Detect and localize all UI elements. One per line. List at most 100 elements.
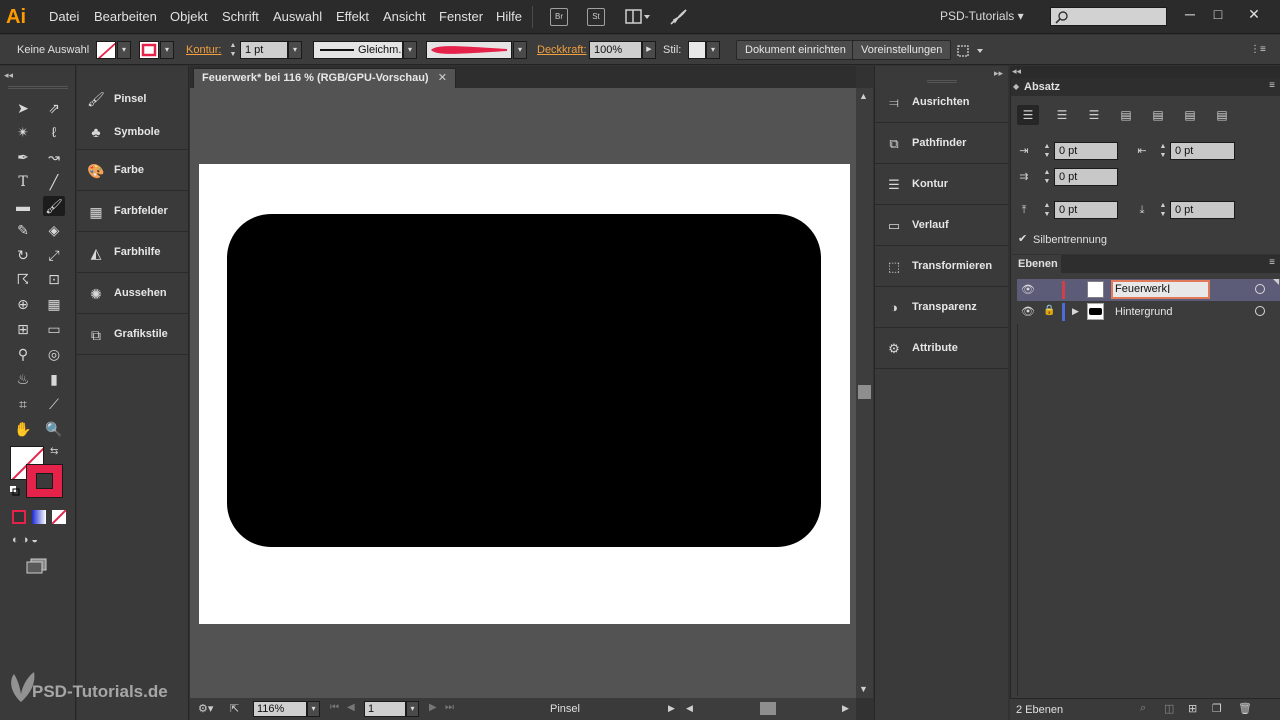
maximize-button[interactable]: □ (1208, 4, 1228, 24)
stroke-color-box[interactable] (26, 464, 63, 498)
panel-ausrichten[interactable]: ⫤ Ausrichten (875, 82, 1009, 123)
lock-icon[interactable]: 🔒 (1043, 305, 1055, 316)
panel-pathfinder[interactable]: ⧉ Pathfinder (875, 123, 1009, 164)
stock-button[interactable]: St (587, 8, 605, 26)
paragraph-panel-header[interactable]: ◆ Absatz ≡ (1011, 78, 1280, 96)
default-fill-stroke-icon[interactable] (10, 486, 20, 496)
swap-fill-stroke-icon[interactable]: ⇆ (50, 446, 58, 457)
visibility-eye-icon[interactable]: 👁 (1021, 283, 1035, 296)
panel-menu-icon[interactable]: ≡ (1269, 80, 1275, 91)
scroll-right-icon[interactable]: ▶ (842, 703, 849, 714)
menu-objekt[interactable]: Objekt (170, 9, 208, 24)
justify-all-button[interactable]: ▤ (1211, 105, 1233, 125)
layer-row-hintergrund[interactable]: 👁 🔒 ▶ Hintergrund (1017, 301, 1280, 323)
slice-tool-icon[interactable]: ⟋ (43, 394, 65, 414)
fill-dropdown[interactable]: ▾ (117, 41, 131, 59)
space-before-stepper[interactable]: ▲ ▼ (1041, 201, 1053, 219)
close-icon[interactable]: ✕ (438, 71, 447, 84)
direct-selection-tool-icon[interactable]: ⇗ (43, 98, 65, 118)
perspective-grid-tool-icon[interactable]: ▦ (43, 294, 65, 314)
opacity-field[interactable]: 100% (589, 41, 642, 59)
space-before-field[interactable]: 0 pt (1054, 201, 1118, 219)
artboard-dropdown[interactable]: ▾ (406, 701, 419, 717)
document-tab[interactable]: Feuerwerk* bei 116 % (RGB/GPU-Vorschau) … (193, 68, 456, 88)
left-indent-stepper[interactable]: ▲ ▼ (1041, 142, 1053, 160)
line-tool-icon[interactable]: ╱ (43, 172, 65, 192)
next-artboard-icon[interactable]: ▶ (429, 702, 437, 713)
panel-transparenz[interactable]: ◑ Transparenz (875, 287, 1009, 328)
hyphenation-checkbox[interactable]: ✔ (1018, 233, 1030, 245)
shape-builder-tool-icon[interactable]: ⊕ (12, 294, 34, 314)
menu-auswahl[interactable]: Auswahl (273, 9, 322, 24)
stroke-label[interactable]: Kontur: (186, 44, 221, 56)
fill-swatch[interactable] (96, 41, 116, 59)
menu-bearbeiten[interactable]: Bearbeiten (94, 9, 157, 24)
stroke-style-field[interactable]: Gleichm. (313, 41, 403, 59)
layer-name-input[interactable]: Feuerwerk (1111, 280, 1210, 299)
workspace-switcher[interactable]: PSD-Tutorials ▾ (940, 9, 1024, 23)
panel-transformieren[interactable]: ⬚ Transformieren (875, 246, 1009, 287)
layers-panel-header[interactable]: Ebenen ≡ (1011, 255, 1280, 273)
panel-farbe[interactable]: 🎨 Farbe (77, 151, 189, 191)
magic-wand-tool-icon[interactable]: ✴ (12, 122, 34, 142)
minimize-button[interactable]: ─ (1180, 4, 1200, 24)
menu-effekt[interactable]: Effekt (336, 9, 369, 24)
panel-aussehen[interactable]: ✺ Aussehen (77, 274, 189, 314)
menu-fenster[interactable]: Fenster (439, 9, 483, 24)
opacity-slider-button[interactable]: ▶ (642, 41, 656, 59)
none-mode-icon[interactable] (52, 510, 66, 524)
document-setup-button[interactable]: Dokument einrichten (736, 40, 855, 60)
menu-schrift[interactable]: Schrift (222, 9, 259, 24)
close-button[interactable]: ✕ (1244, 4, 1264, 24)
artboard-tool-icon[interactable]: ⌗ (12, 394, 34, 414)
rectangle-tool-icon[interactable]: ▬ (12, 196, 34, 216)
panel-kontur[interactable]: ☰ Kontur (875, 164, 1009, 205)
pen-tool-icon[interactable]: ✒ (12, 147, 34, 167)
collapse-arrows-icon[interactable]: ◂◂ (4, 70, 13, 81)
prev-artboard-icon[interactable]: ◀ (347, 702, 355, 713)
column-graph-tool-icon[interactable]: ▮ (43, 369, 65, 389)
free-transform-tool-icon[interactable]: ⊡ (43, 269, 65, 289)
vertical-scroll-thumb[interactable] (858, 385, 871, 399)
status-settings-icon[interactable]: ⚙▾ (198, 702, 213, 715)
expand-layer-icon[interactable]: ▶ (1072, 306, 1079, 317)
gradient-tool-icon[interactable]: ▭ (43, 319, 65, 339)
menu-ansicht[interactable]: Ansicht (383, 9, 426, 24)
panel-farbfelder[interactable]: ▦ Farbfelder (77, 192, 189, 232)
space-after-field[interactable]: 0 pt (1170, 201, 1235, 219)
justify-center-button[interactable]: ▤ (1147, 105, 1169, 125)
new-sublayer-icon[interactable]: ⊞ (1188, 702, 1197, 715)
stroke-swatch[interactable] (139, 41, 159, 59)
trash-icon[interactable]: 🗑 (1238, 702, 1252, 715)
status-expand-icon[interactable]: ▶ (668, 703, 675, 714)
paintbrush-tool-icon[interactable]: 🖌 (43, 196, 65, 216)
hand-tool-icon[interactable]: ✋ (12, 419, 34, 439)
warp-tool-icon[interactable]: ☈ (12, 269, 34, 289)
visibility-eye-icon[interactable]: 👁 (1021, 305, 1035, 318)
panel-farbhilfe[interactable]: ◭ Farbhilfe (77, 233, 189, 273)
space-after-stepper[interactable]: ▲ ▼ (1157, 201, 1169, 219)
panel-menu-icon[interactable]: ≡ (1269, 257, 1275, 268)
expand-arrows-icon[interactable]: ◂◂ (1012, 66, 1021, 77)
locate-object-icon[interactable]: ⌕ (1140, 702, 1146, 715)
stroke-dropdown[interactable]: ▾ (160, 41, 174, 59)
color-mode-icon[interactable] (12, 510, 26, 524)
stroke-style-dropdown[interactable]: ▾ (403, 41, 417, 59)
scroll-down-icon[interactable]: ▼ (859, 684, 868, 694)
gradient-mode-icon[interactable] (32, 510, 46, 524)
rounded-rectangle-object[interactable] (227, 214, 821, 547)
arrange-documents-button[interactable] (625, 8, 653, 26)
eyedropper-tool-icon[interactable]: ⚲ (12, 344, 34, 364)
panel-pinsel[interactable]: 🖌 Pinsel (77, 84, 189, 117)
eraser-tool-icon[interactable]: ◈ (43, 220, 65, 240)
brush-definition-field[interactable] (426, 41, 512, 59)
panel-symbole[interactable]: ♣ Symbole (77, 117, 189, 150)
symbol-sprayer-tool-icon[interactable]: ♨ (12, 369, 34, 389)
bridge-button[interactable]: Br (550, 8, 568, 26)
preferences-button[interactable]: Voreinstellungen (852, 40, 952, 60)
opacity-label[interactable]: Deckkraft: (537, 44, 587, 56)
zoom-field[interactable]: 116% (253, 701, 307, 717)
justify-left-button[interactable]: ▤ (1115, 105, 1137, 125)
layers-tab[interactable]: Ebenen (1011, 255, 1061, 273)
pencil-tool-icon[interactable]: ✎ (12, 220, 34, 240)
